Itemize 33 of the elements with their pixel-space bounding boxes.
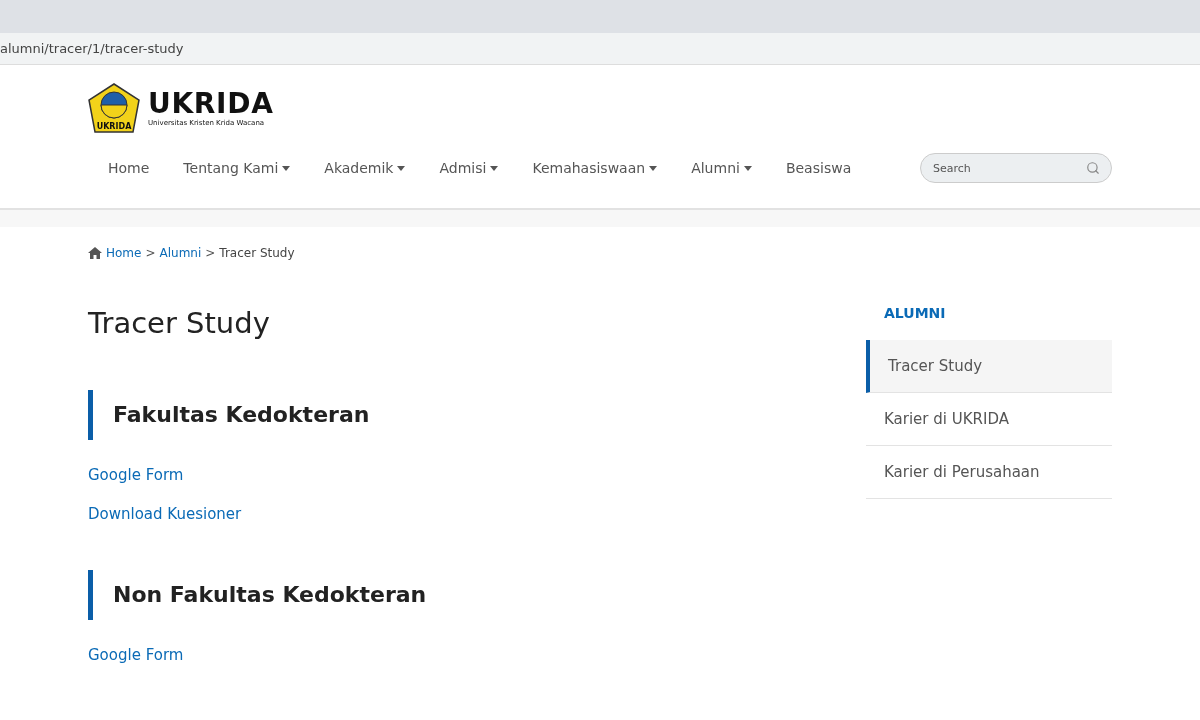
home-icon <box>88 247 102 259</box>
breadcrumb-current: Tracer Study <box>219 245 295 262</box>
section-heading: Non Fakultas Kedokteran <box>88 569 866 620</box>
page-title: Tracer Study <box>88 305 271 342</box>
search-icon[interactable] <box>1086 161 1100 175</box>
seal-label: UKRIDA <box>95 123 133 131</box>
address-bar[interactable]: alumni/tracer/1/tracer-study <box>0 33 1200 65</box>
nav-link[interactable]: Alumni <box>691 157 752 179</box>
caret-icon <box>397 165 406 171</box>
document-link[interactable]: Google Form <box>88 463 184 486</box>
document-link[interactable]: Download Kuesioner <box>88 503 242 526</box>
caret-icon <box>649 165 658 171</box>
breadcrumb-separator: > <box>205 245 216 262</box>
caret-icon <box>282 165 291 171</box>
nav-link[interactable]: Tentang Kami <box>183 157 291 179</box>
breadcrumb-link[interactable]: Alumni <box>159 244 202 262</box>
sidebar-title: ALUMNI <box>883 304 947 323</box>
caret-icon <box>490 165 499 171</box>
sidebar-item[interactable]: Karier di UKRIDA <box>866 393 1112 446</box>
caret-icon <box>743 165 752 171</box>
nav-link[interactable]: Kemahasiswaan <box>532 157 658 179</box>
logo-wordmark: UKRIDA <box>148 89 274 118</box>
sidebar-item[interactable]: Tracer Study <box>866 340 1112 393</box>
nav-link[interactable]: Admisi <box>439 157 499 179</box>
nav-link[interactable]: Akademik <box>324 157 406 179</box>
nav-link[interactable]: Home <box>108 157 150 179</box>
breadcrumb-separator: > <box>145 245 156 262</box>
sidebar-item[interactable]: Karier di Perusahaan <box>866 446 1112 499</box>
search-field[interactable]: Search <box>920 153 1112 183</box>
university-seal-drawing <box>88 83 140 133</box>
nav-link[interactable]: Beasiswa <box>785 157 852 179</box>
document-link[interactable]: Google Form <box>88 643 184 666</box>
breadcrumb-link[interactable]: Home <box>106 244 142 262</box>
